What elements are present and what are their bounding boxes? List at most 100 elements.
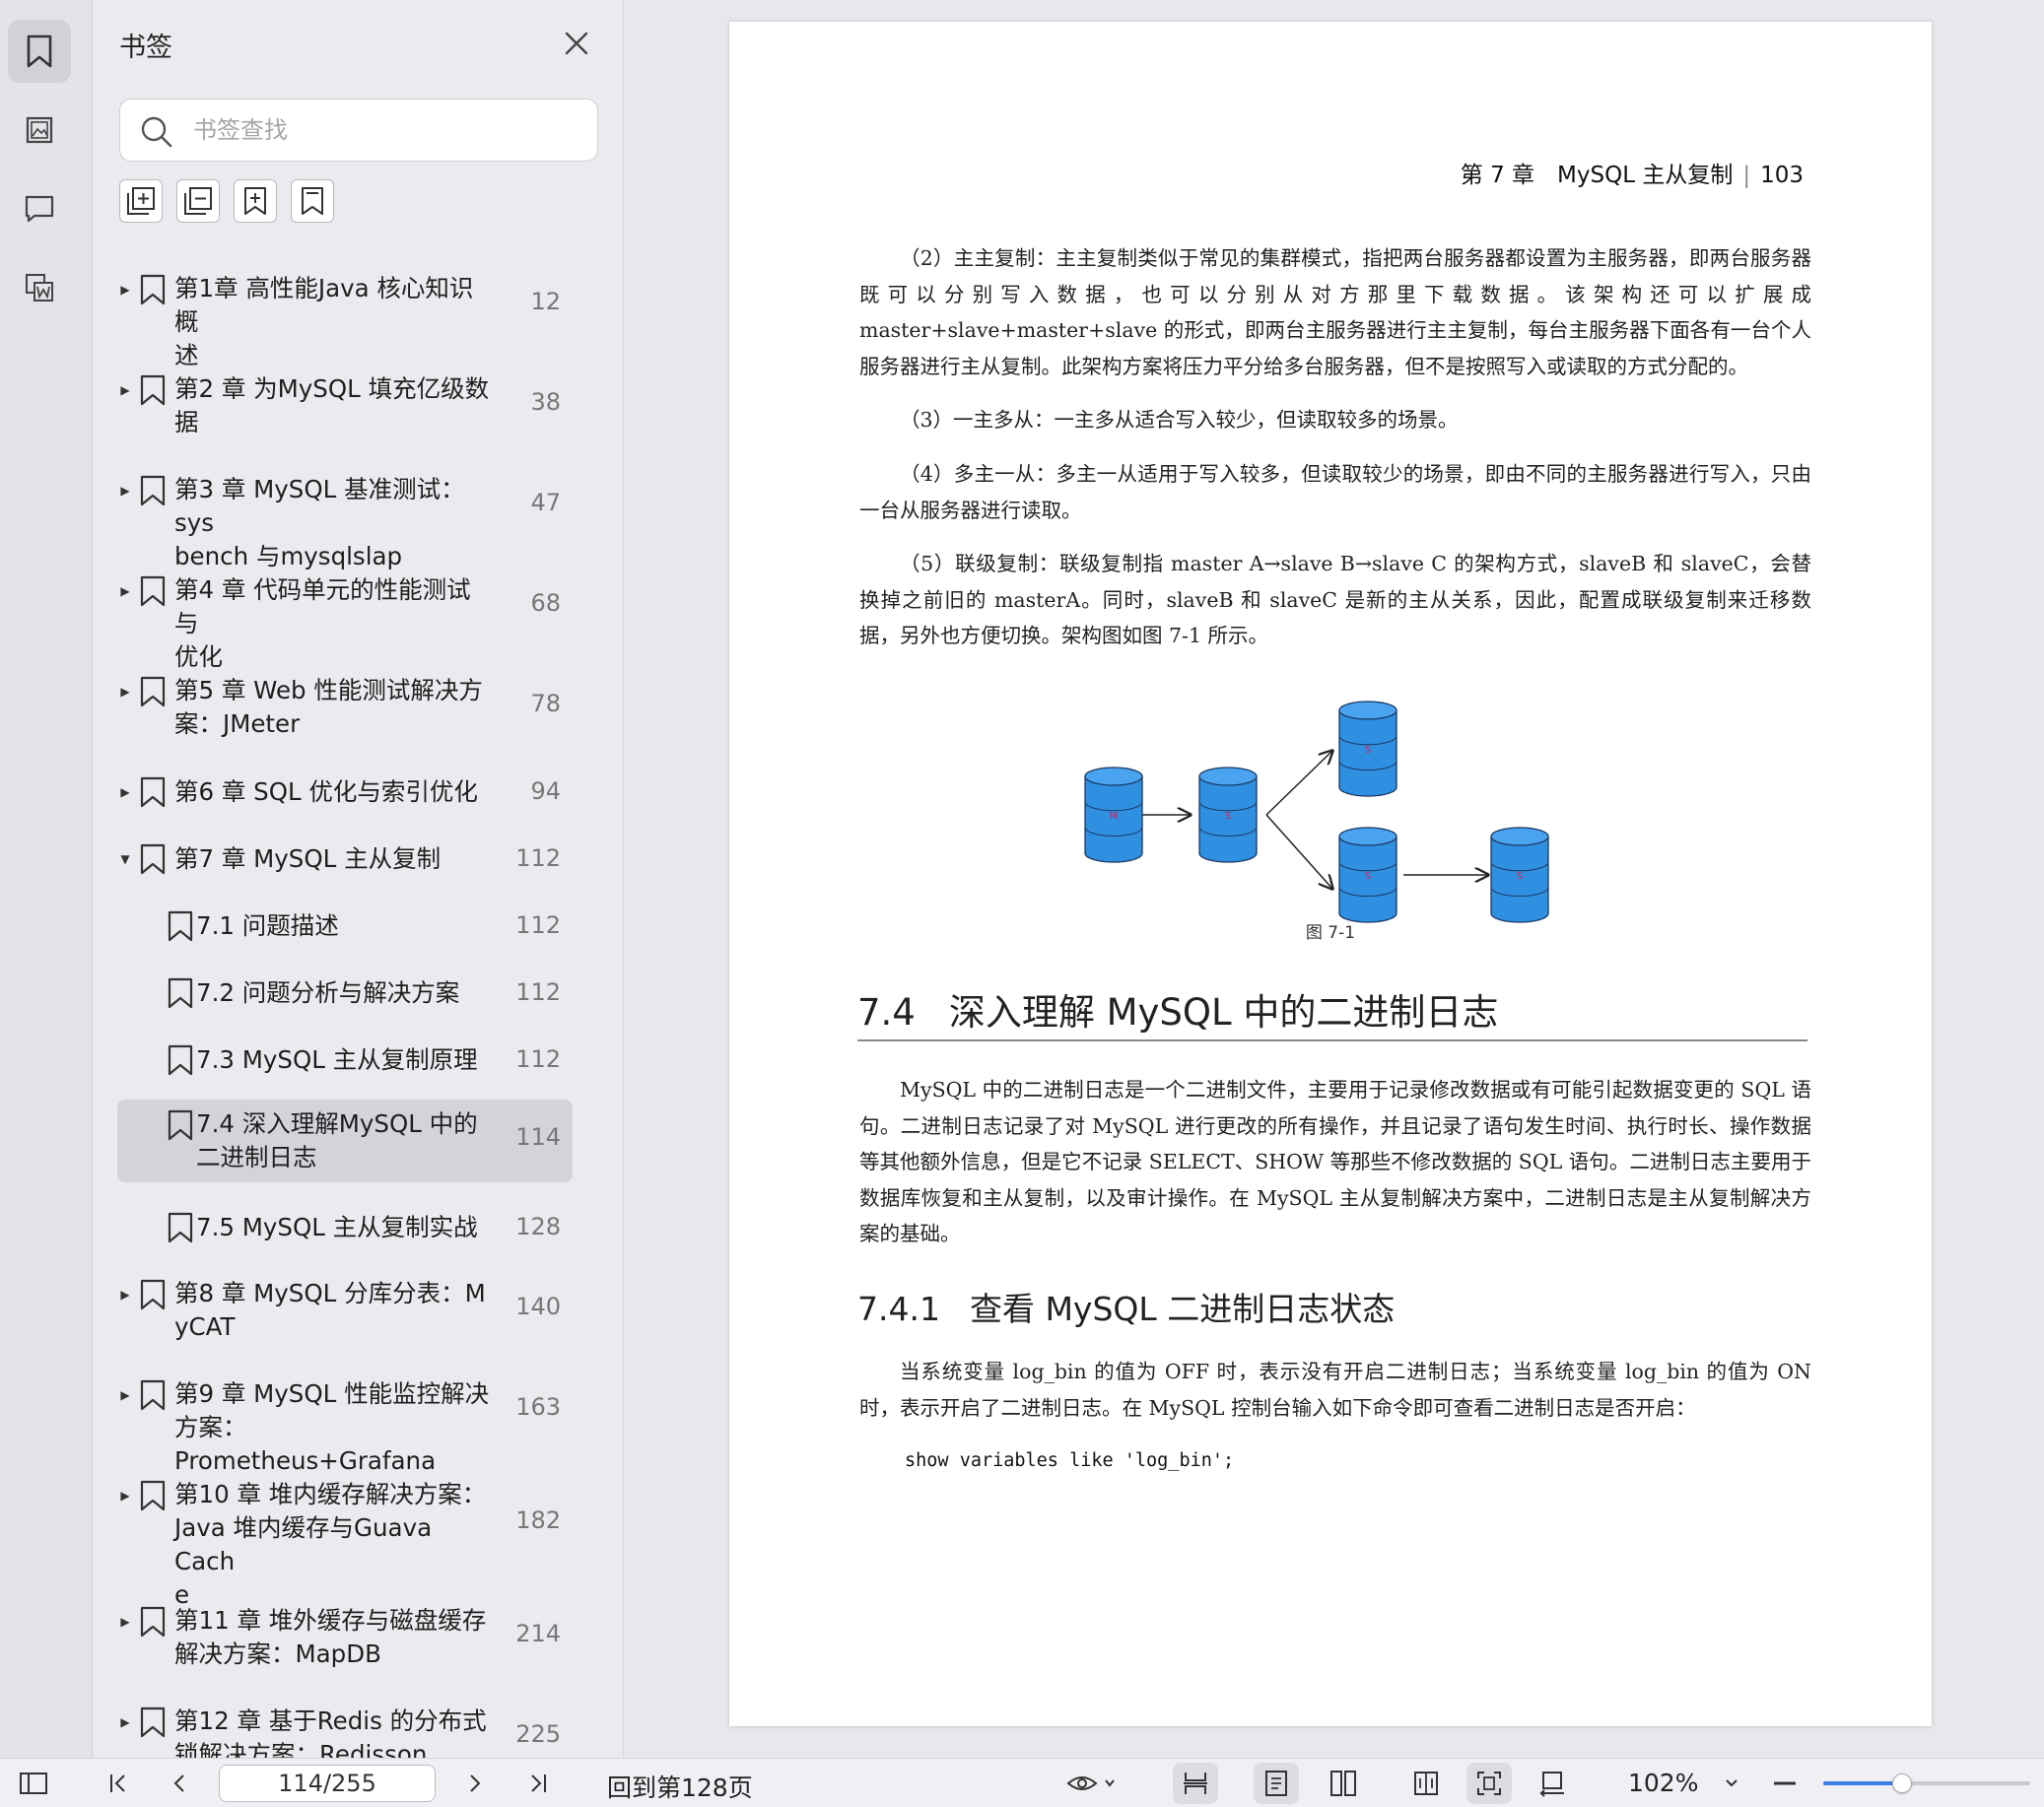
replication-diagram: M S S S S [1084, 701, 1549, 923]
previous-page-button[interactable] [160, 1759, 199, 1807]
zoom-dropdown-button[interactable] [1717, 1759, 1746, 1807]
bookmark-page-number: 112 [515, 844, 561, 872]
back-to-page-link[interactable]: 回到第128页 [607, 1769, 753, 1804]
page-number-input[interactable] [219, 1765, 436, 1802]
bookmark-page-number: 163 [515, 1393, 561, 1421]
bookmark-label: 第3 章 MySQL 基准测试：sys bench 与mysqlslap [174, 475, 465, 570]
two-page-icon [1330, 1771, 1356, 1796]
bookmark-subitem[interactable]: 7.4 深入理解MySQL 中的 二进制日志 114 [117, 1100, 573, 1182]
bookmark-icon [27, 34, 52, 68]
close-sidebar-button[interactable] [561, 28, 592, 59]
toggle-sidebar-button[interactable] [14, 1759, 53, 1807]
caret-down-icon[interactable]: ▼ [117, 851, 133, 867]
bookmark-subitem[interactable]: 7.5 MySQL 主从复制实战 128 [117, 1202, 573, 1253]
bookmark-item[interactable]: ▶ 第9 章 MySQL 性能监控解决 方案：Prometheus+Grafana… [117, 1370, 573, 1475]
last-page-icon [531, 1774, 546, 1792]
last-page-button[interactable] [518, 1759, 558, 1807]
collapse-all-button[interactable] [176, 179, 220, 223]
fit-page-button[interactable] [1466, 1763, 1512, 1804]
eye-view-mode-button[interactable] [1062, 1759, 1122, 1807]
collapse-all-icon [184, 187, 212, 215]
bookmark-item[interactable]: ▶ 第12 章 基于Redis 的分布式 锁解决方案：Redisson 225 [117, 1697, 573, 1758]
rotate-page-button[interactable] [1530, 1759, 1575, 1807]
bookmark-icon [140, 1279, 166, 1310]
bookmark-subitem[interactable]: 7.2 问题分析与解决方案 112 [117, 968, 573, 1019]
bookmark-page-number: 47 [530, 489, 561, 516]
bookmark-item[interactable]: ▶ 第6 章 SQL 优化与索引优化 94 [117, 767, 573, 818]
bookmark-item[interactable]: ▶ 第11 章 堆外缓存与磁盘缓存 解决方案：MapDB 214 [117, 1596, 573, 1673]
single-page-button[interactable] [1254, 1763, 1299, 1804]
bookmark-label: 第5 章 Web 性能测试解决方 案：JMeter [174, 676, 483, 738]
add-bookmark-button[interactable] [234, 179, 277, 223]
paragraph: （2）主主复制：主主复制类似于常见的集群模式，指把两台服务器都设置为主服务器，即… [859, 246, 1811, 378]
caret-right-icon[interactable]: ▶ [117, 382, 133, 398]
bookmark-item[interactable]: ▼ 第7 章 MySQL 主从复制 112 [117, 834, 573, 885]
bookmark-subitem[interactable]: 7.3 MySQL 主从复制原理 112 [117, 1035, 573, 1086]
bookmark-panel-button[interactable] [8, 20, 71, 83]
sidebar-toggle-icon [20, 1773, 47, 1794]
bookmark-page-number: 68 [530, 589, 561, 617]
chevron-right-icon [470, 1774, 481, 1792]
bookmark-icon [168, 1044, 193, 1076]
eye-icon [1066, 1776, 1115, 1790]
bookmark-item[interactable]: ▶ 第8 章 MySQL 分库分表：M yCAT 140 [117, 1269, 573, 1346]
expand-all-button[interactable] [119, 179, 163, 223]
bookmark-outline-icon [302, 187, 323, 215]
zoom-slider-thumb[interactable] [1891, 1774, 1912, 1793]
zoom-slider[interactable] [1823, 1774, 2030, 1793]
caret-right-icon[interactable]: ▶ [117, 282, 133, 298]
paragraph: （3）一主多从：一主多从适合写入较少，但读取较多的场景。 [900, 408, 1459, 432]
arrow-s-s1 [1265, 751, 1332, 816]
fit-width-button[interactable] [1173, 1763, 1218, 1804]
bookmark-item[interactable]: ▶ 第5 章 Web 性能测试解决方 案：JMeter 78 [117, 666, 573, 743]
bookmark-sidebar: 书签 ▶ 第1章 高性能Java 核心知识概 述 12 ▶ 第2 章 为MySQL 填充… [94, 0, 624, 1758]
caret-right-icon[interactable]: ▶ [117, 1387, 133, 1403]
bookmark-label: 7.3 MySQL 主从复制原理 [196, 1045, 478, 1074]
two-page-button[interactable] [1321, 1759, 1366, 1807]
bookmark-page-number: 12 [530, 288, 561, 315]
caret-right-icon[interactable]: ▶ [117, 784, 133, 800]
bookmark-item[interactable]: ▶ 第3 章 MySQL 基准测试：sys bench 与mysqlslap 47 [117, 465, 573, 570]
bookmark-search-input[interactable] [193, 101, 587, 159]
bookmark-label: 第2 章 为MySQL 填充亿级数 据 [174, 374, 490, 436]
comments-panel-button[interactable] [8, 177, 71, 240]
caret-right-icon[interactable]: ▶ [117, 583, 133, 599]
rotate-icon [1539, 1772, 1564, 1797]
zoom-out-button[interactable] [1768, 1759, 1802, 1807]
bookmark-subitem[interactable]: 7.1 问题描述 112 [117, 901, 573, 952]
caret-right-icon[interactable]: ▶ [117, 1714, 133, 1730]
bookmark-item[interactable]: ▶ 第10 章 堆内缓存解决方案： Java 堆内缓存与Guava Cach e 1… [117, 1470, 573, 1609]
bookmark-item[interactable]: ▶ 第2 章 为MySQL 填充亿级数 据 38 [117, 365, 573, 441]
bookmark-icon [140, 1707, 166, 1738]
bookmark-page-number: 94 [530, 777, 561, 805]
bookmark-label: 7.5 MySQL 主从复制实战 [196, 1213, 478, 1241]
zoom-level[interactable]: 102% [1628, 1769, 1698, 1797]
caret-right-icon[interactable]: ▶ [117, 684, 133, 700]
add-bookmark-icon [244, 187, 266, 215]
bookmark-label: 第8 章 MySQL 分库分表：M yCAT [174, 1279, 486, 1341]
bookmark-settings-button[interactable] [291, 179, 334, 223]
bookmark-label: 第10 章 堆内缓存解决方案： Java 堆内缓存与Guava Cach e [174, 1480, 487, 1609]
caret-right-icon[interactable]: ▶ [117, 483, 133, 499]
section-rule [857, 1039, 1807, 1041]
bookmark-icon [140, 843, 166, 875]
bookmark-item[interactable]: ▶ 第4 章 代码单元的性能测试与 优化 68 [117, 566, 573, 671]
bookmark-label: 第11 章 堆外缓存与磁盘缓存 解决方案：MapDB [174, 1606, 487, 1668]
first-page-button[interactable] [99, 1759, 138, 1807]
thumbnail-panel-button[interactable] [8, 99, 71, 162]
bookmark-item[interactable]: ▶ 第1章 高性能Java 核心知识概 述 12 [117, 264, 573, 369]
caret-right-icon[interactable]: ▶ [117, 1614, 133, 1630]
text-extract-panel-button[interactable] [8, 256, 71, 319]
bookmark-page-number: 128 [515, 1213, 561, 1240]
figure-caption: 图 7-1 [1305, 923, 1356, 943]
bookmark-page-number: 112 [515, 978, 561, 1006]
book-mode-button[interactable] [1403, 1759, 1449, 1807]
bookmark-search-box[interactable] [119, 99, 598, 162]
bookmark-page-number: 214 [515, 1620, 561, 1647]
caret-right-icon[interactable]: ▶ [117, 1287, 133, 1303]
next-page-button[interactable] [455, 1759, 495, 1807]
caret-right-icon[interactable]: ▶ [117, 1488, 133, 1504]
document-page: 第 7 章 MySQL 主从复制 | 103 （2）主主复制：主主复制类似于常见的集… [729, 22, 1932, 1726]
expand-all-icon [127, 187, 155, 215]
icon-rail [0, 0, 93, 1758]
